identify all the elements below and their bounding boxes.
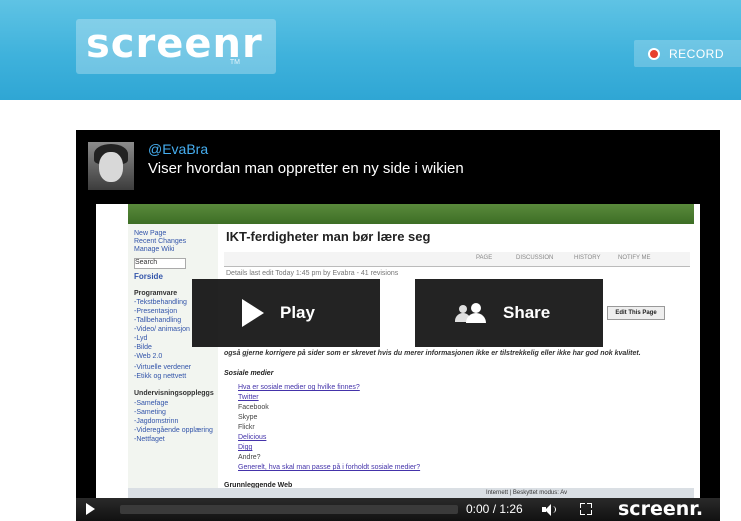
people-icon (455, 303, 489, 323)
time-display: 0:00 / 1:26 (466, 502, 523, 516)
wiki-sidebar-item: -Samefage (134, 400, 169, 407)
wiki-sidebar-item: -Virtuelle verdener (134, 364, 192, 371)
wiki-sidebar-heading: Programvare (134, 290, 178, 297)
video-frame[interactable]: New Page Recent Changes Manage Wiki Sear… (96, 204, 700, 500)
wiki-tab: HISTORY (574, 255, 601, 261)
browser-status-text: Internett | Beskyttet modus: Av (486, 490, 568, 496)
fullscreen-icon[interactable] (580, 503, 592, 515)
wiki-sidebar-item: -Jagdomstrinn (134, 418, 179, 425)
play-icon (242, 299, 264, 327)
wiki-list-item: Hva er sosiale medier og hvilke finnes? (238, 384, 360, 391)
wiki-list-item: Delicious (238, 434, 267, 441)
play-icon[interactable] (86, 503, 95, 515)
wiki-sidebar-heading: Undervisningsoppleggs (134, 390, 214, 397)
wiki-section-heading: Sosiale medier (224, 370, 274, 377)
wiki-list-item: Generelt, hva skal man passe på i forhol… (238, 464, 421, 471)
play-overlay-button[interactable]: Play (192, 279, 380, 347)
record-icon (648, 47, 660, 60)
record-label: RECORD (669, 46, 725, 61)
wiki-sidebar-item: -Presentasjon (134, 308, 178, 315)
seek-bar[interactable] (120, 505, 458, 514)
wiki-sidebar-item: -Tekstbehandling (134, 299, 187, 306)
wiki-list-item: Twitter (238, 394, 259, 401)
wiki-sidebar-item: -Videregående opplæring (134, 427, 213, 434)
wiki-sidebar-item: -Video/ animasjon (134, 326, 190, 333)
logo-trademark: TM (229, 59, 240, 66)
wiki-body-line: også gjerne korrigere på sider som er sk… (224, 350, 641, 357)
wiki-search-field: Search (134, 258, 186, 269)
avatar-face (99, 152, 123, 182)
wiki-details: Details last edit Today 1:45 pm by Evabr… (226, 270, 399, 277)
wiki-list-item: Skype (238, 414, 258, 421)
wiki-sidebar-item: New Page (134, 230, 167, 237)
wiki-tab: NOTIFY ME (618, 255, 651, 261)
wiki-sidebar-item: Forside (134, 272, 163, 281)
username-link[interactable]: @EvaBra (148, 141, 208, 157)
share-label: Share (503, 303, 551, 322)
volume-icon[interactable] (542, 503, 556, 516)
wiki-sidebar-item: -Sameting (134, 409, 166, 416)
avatar[interactable] (88, 142, 134, 190)
wiki-sidebar-item: -Etikk og nettvett (134, 373, 187, 380)
screenr-logo[interactable]: screenr TM (76, 19, 276, 74)
wiki-tab: DISCUSSION (516, 255, 554, 261)
player-logo[interactable]: screenr. (618, 498, 703, 520)
wiki-list-item: Facebook (238, 404, 269, 411)
wiki-banner (128, 204, 694, 224)
wiki-list-item: Andre? (238, 454, 261, 461)
wiki-tab: PAGE (476, 255, 493, 261)
wiki-sidebar-item: -Bilde (134, 344, 152, 351)
video-player: @EvaBra Viser hvordan man oppretter en n… (76, 130, 720, 521)
wiki-sidebar: New Page Recent Changes Manage Wiki Sear… (128, 224, 218, 500)
wiki-sidebar-item: Manage Wiki (134, 246, 175, 253)
site-header: screenr TM RECORD (0, 0, 741, 100)
record-button[interactable]: RECORD (634, 40, 741, 67)
player-controls: 0:00 / 1:26 screenr. (76, 498, 720, 521)
share-overlay-button[interactable]: Share (415, 279, 603, 347)
wiki-sidebar-item: -Nettfaget (134, 436, 165, 443)
wiki-list-item: Flickr (238, 424, 255, 431)
wiki-sidebar-item: -Web 2.0 (134, 353, 163, 360)
play-label: Play (280, 303, 315, 322)
wiki-tabs: PAGE DISCUSSION HISTORY NOTIFY ME (224, 252, 690, 267)
wiki-sidebar-item: Recent Changes (134, 238, 187, 245)
wiki-content: IKT-ferdigheter man bør lære seg PAGE DI… (224, 224, 690, 500)
wiki-sidebar-item: -Lyd (134, 335, 148, 342)
wiki-edit-button: Edit This Page (607, 306, 665, 320)
video-caption: Viser hvordan man oppretter en ny side i… (148, 160, 464, 177)
wiki-page-title: IKT-ferdigheter man bør lære seg (226, 229, 431, 244)
wiki-list-item: Digg (238, 444, 253, 451)
wiki-sidebar-item: -Tallbehandling (134, 317, 182, 324)
